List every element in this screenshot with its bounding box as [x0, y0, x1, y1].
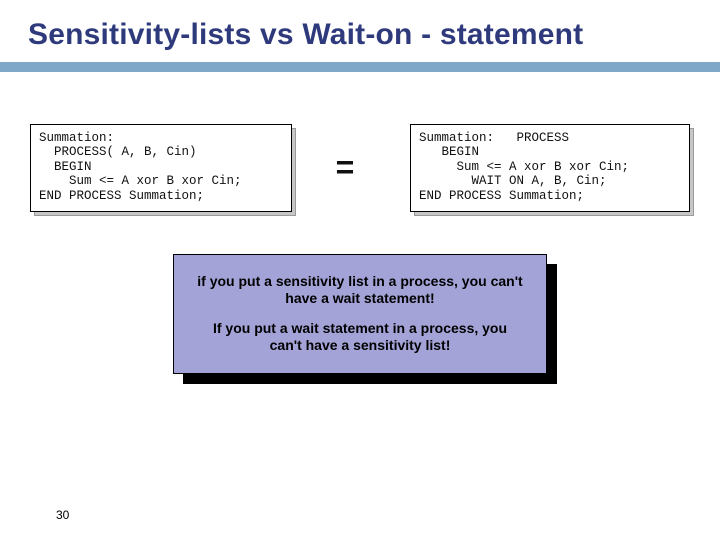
code-row: Summation: PROCESS( A, B, Cin) BEGIN Sum…: [28, 124, 692, 212]
equals-symbol: =: [336, 149, 355, 186]
page-number: 30: [56, 508, 69, 522]
note-box: if you put a sensitivity list in a proce…: [173, 254, 547, 374]
code-right-wrap: Summation: PROCESS BEGIN Sum <= A xor B …: [410, 124, 690, 212]
code-left-wrap: Summation: PROCESS( A, B, Cin) BEGIN Sum…: [30, 124, 292, 212]
title-rule-wrap: [28, 62, 692, 82]
title-underline: [0, 62, 720, 72]
slide-title: Sensitivity-lists vs Wait-on - statement: [28, 18, 692, 52]
note-paragraph-2: If you put a wait statement in a process…: [196, 320, 524, 355]
note-wrap: if you put a sensitivity list in a proce…: [173, 254, 547, 374]
slide: Sensitivity-lists vs Wait-on - statement…: [0, 0, 720, 540]
code-box-wait-on: Summation: PROCESS BEGIN Sum <= A xor B …: [410, 124, 690, 212]
note-paragraph-1: if you put a sensitivity list in a proce…: [196, 273, 524, 308]
code-box-sensitivity-list: Summation: PROCESS( A, B, Cin) BEGIN Sum…: [30, 124, 292, 212]
